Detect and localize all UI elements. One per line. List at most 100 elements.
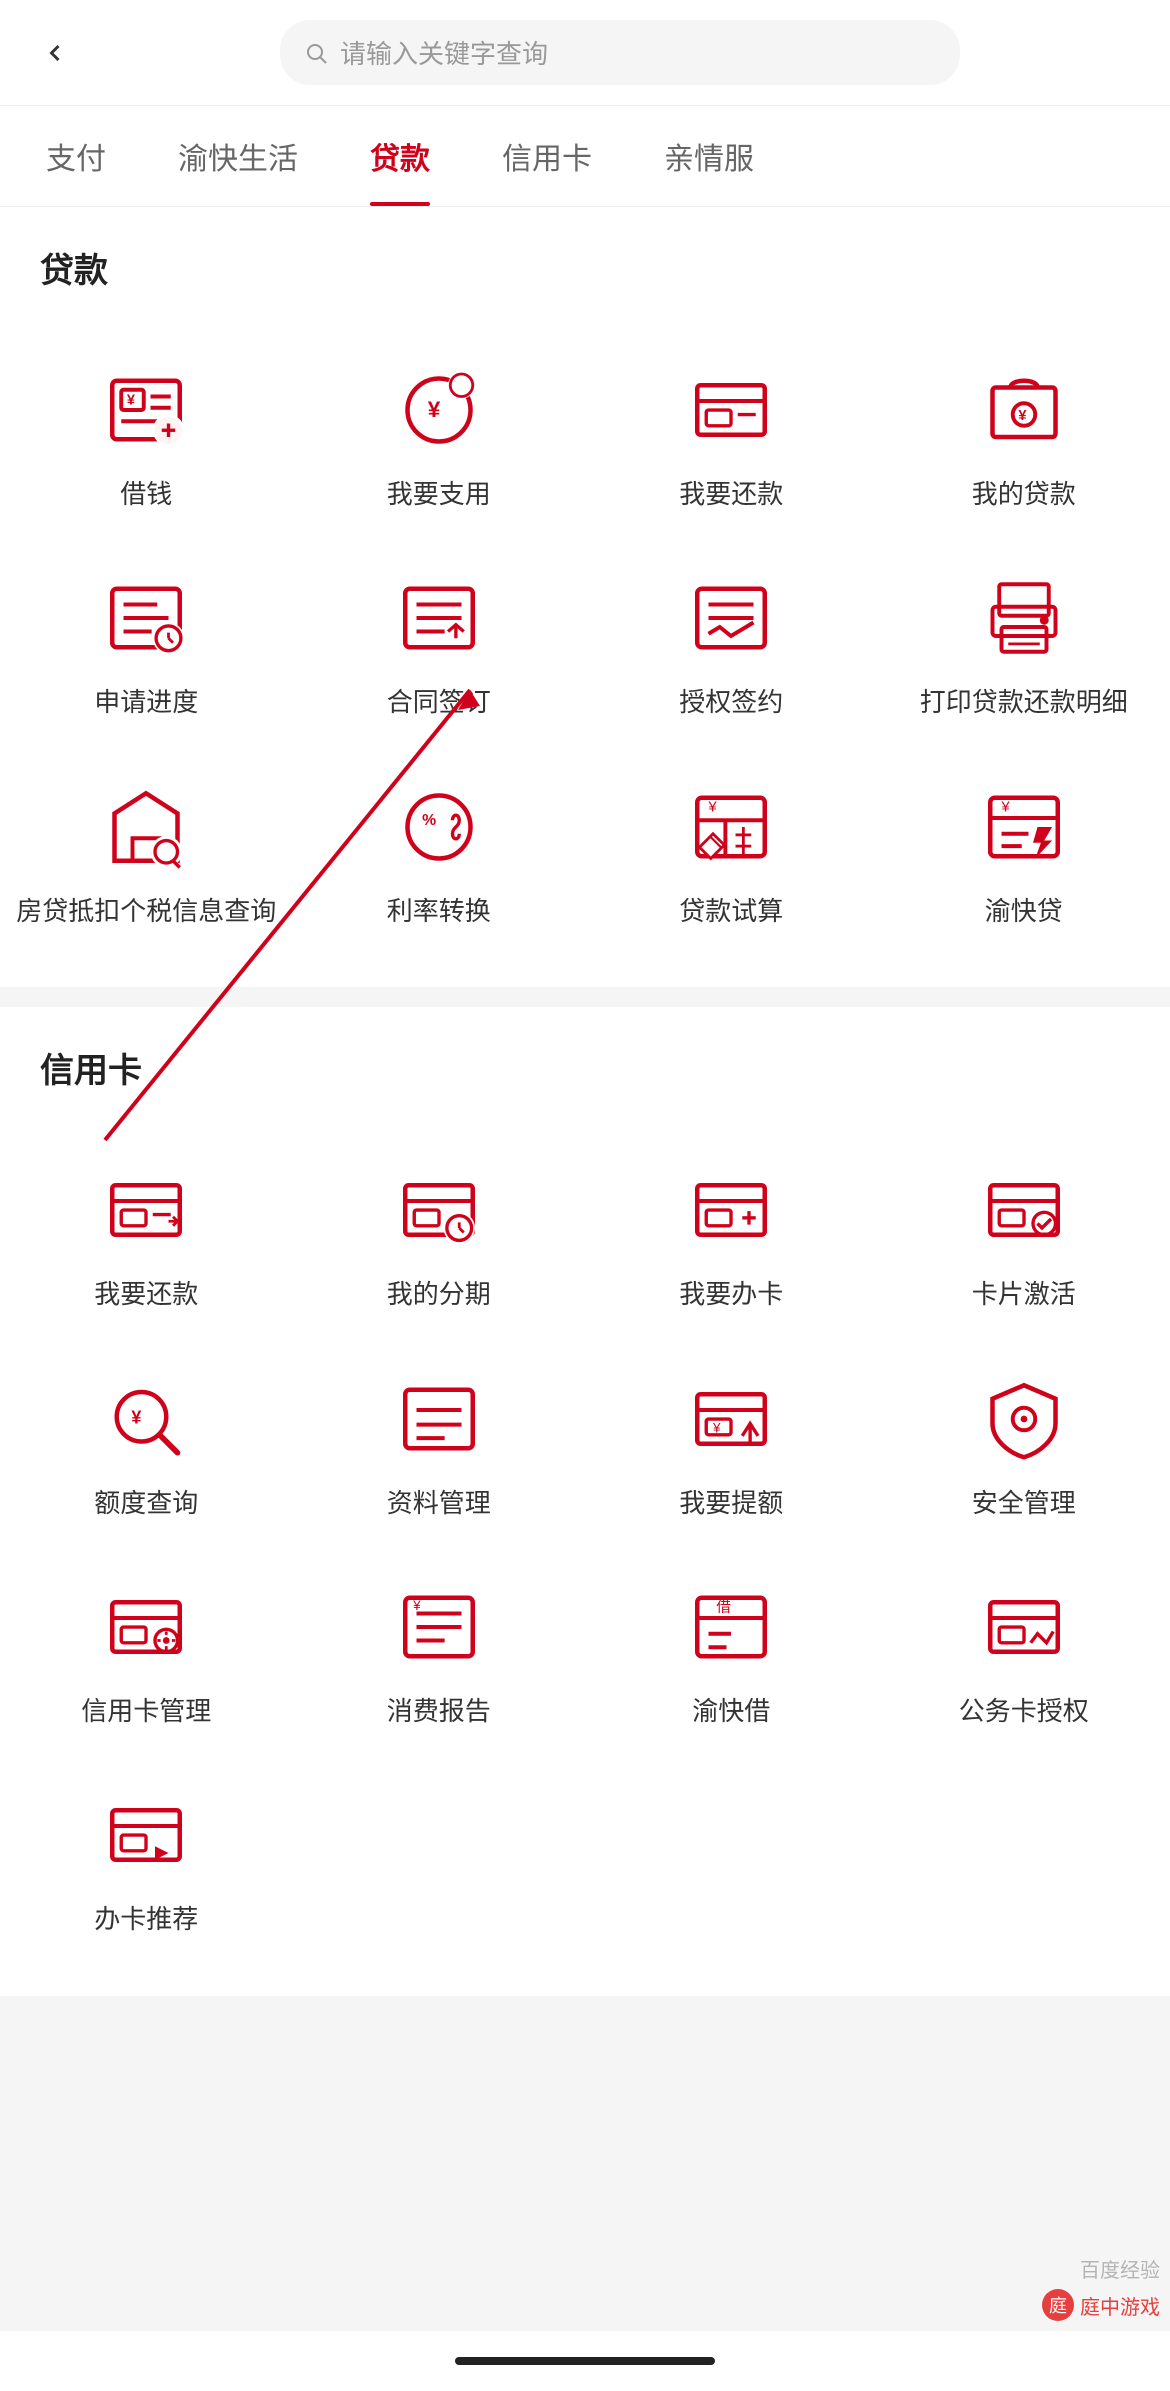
quota-query-label: 额度查询	[94, 1485, 198, 1521]
auth-sign-icon	[681, 568, 781, 668]
activate-card-label: 卡片激活	[972, 1276, 1076, 1312]
card-repay-item[interactable]: 我要还款	[0, 1132, 293, 1340]
withdraw-item[interactable]: ¥ 我要支用	[293, 332, 586, 540]
borrow-money-item[interactable]: ¥ 借钱	[0, 332, 293, 540]
my-loan-item[interactable]: ¥ 我的贷款	[878, 332, 1170, 540]
svg-text:¥: ¥	[412, 1598, 421, 1613]
search-placeholder: 请输入关键字查询	[340, 34, 548, 71]
installment-icon	[389, 1160, 489, 1260]
yukuai-loan-icon: ¥	[974, 777, 1074, 877]
credit-card-section-title: 信用卡	[0, 1007, 1170, 1112]
tab-pay[interactable]: 支付	[10, 106, 142, 206]
card-manage-item[interactable]: 信用卡管理	[0, 1549, 293, 1757]
print-detail-label: 打印贷款还款明细	[920, 684, 1128, 720]
apply-card-item[interactable]: 我要办卡	[585, 1132, 878, 1340]
auth-sign-label: 授权签约	[679, 684, 783, 720]
borrow-money-label: 借钱	[120, 476, 172, 512]
loan-calc-icon: ¥	[681, 777, 781, 877]
svg-text:¥: ¥	[1000, 799, 1010, 815]
credit-limit-item[interactable]: ¥ 我要提额	[585, 1341, 878, 1549]
withdraw-icon: ¥	[389, 360, 489, 460]
yukuai-loan-label: 渝快贷	[985, 893, 1063, 929]
yukuai-loan-item[interactable]: ¥ 渝快贷	[878, 749, 1170, 957]
data-manage-item[interactable]: 资料管理	[293, 1341, 586, 1549]
quota-query-item[interactable]: ¥ 额度查询	[0, 1341, 293, 1549]
tab-credit-card[interactable]: 信用卡	[466, 106, 628, 206]
quota-query-icon: ¥	[96, 1369, 196, 1469]
loan-section-title: 贷款	[0, 207, 1170, 312]
my-loan-label: 我的贷款	[972, 476, 1076, 512]
credit-limit-label: 我要提额	[679, 1485, 783, 1521]
borrow-money-icon: ¥	[96, 360, 196, 460]
bottom-bar	[0, 2331, 1170, 2391]
svg-text:¥: ¥	[127, 392, 136, 408]
consumption-report-item[interactable]: ¥ 消费报告	[293, 1549, 586, 1757]
installment-item[interactable]: 我的分期	[293, 1132, 586, 1340]
svg-text:%: %	[422, 812, 436, 829]
security-manage-icon	[974, 1369, 1074, 1469]
home-indicator	[455, 2357, 715, 2365]
apply-progress-item[interactable]: 申请进度	[0, 540, 293, 748]
loan-section: 贷款 ¥	[0, 207, 1170, 987]
data-manage-label: 资料管理	[387, 1485, 491, 1521]
contract-sign-icon	[389, 568, 489, 668]
contract-sign-label: 合同签订	[387, 684, 491, 720]
tab-loan[interactable]: 贷款	[334, 106, 466, 206]
yukuai-borrow-item[interactable]: 借 渝快借	[585, 1549, 878, 1757]
apply-card-icon	[681, 1160, 781, 1260]
svg-text:¥: ¥	[1018, 408, 1027, 424]
auth-sign-item[interactable]: 授权签约	[585, 540, 878, 748]
rate-convert-icon: %	[389, 777, 489, 877]
app-watermark: 庭 庭中游戏	[1042, 2289, 1160, 2321]
credit-card-grid: 我要还款 我的分期	[0, 1112, 1170, 1996]
svg-text:¥: ¥	[428, 397, 441, 422]
card-recommend-icon	[96, 1785, 196, 1885]
search-bar[interactable]: 请输入关键字查询	[280, 20, 960, 85]
yukuai-borrow-label: 渝快借	[692, 1693, 770, 1729]
print-detail-item[interactable]: 打印贷款还款明细	[878, 540, 1170, 748]
contract-sign-item[interactable]: 合同签订	[293, 540, 586, 748]
credit-limit-icon: ¥	[681, 1369, 781, 1469]
back-button[interactable]	[30, 28, 80, 78]
repay-item[interactable]: 我要还款	[585, 332, 878, 540]
official-card-auth-icon	[974, 1577, 1074, 1677]
official-card-auth-label: 公务卡授权	[959, 1693, 1089, 1729]
yukuai-borrow-icon: 借	[681, 1577, 781, 1677]
apply-progress-icon	[96, 568, 196, 668]
mortgage-tax-item[interactable]: 房贷抵扣个税信息查询	[0, 749, 293, 957]
card-repay-icon	[96, 1160, 196, 1260]
content-area: 贷款 ¥	[0, 207, 1170, 2076]
consumption-report-label: 消费报告	[387, 1693, 491, 1729]
security-manage-label: 安全管理	[972, 1485, 1076, 1521]
tab-family-service[interactable]: 亲情服	[628, 106, 790, 206]
search-icon	[304, 41, 328, 65]
card-recommend-item[interactable]: 办卡推荐	[0, 1757, 293, 1965]
security-manage-item[interactable]: 安全管理	[878, 1341, 1170, 1549]
card-manage-icon	[96, 1577, 196, 1677]
loan-calc-label: 贷款试算	[679, 893, 783, 929]
repay-label: 我要还款	[679, 476, 783, 512]
mortgage-tax-icon	[96, 777, 196, 877]
rate-convert-item[interactable]: % 利率转换	[293, 749, 586, 957]
svg-text:¥: ¥	[132, 1407, 142, 1427]
apply-card-label: 我要办卡	[679, 1276, 783, 1312]
app-watermark-label: 庭中游戏	[1080, 2291, 1160, 2320]
watermark-area: 百度经验 庭 庭中游戏	[1042, 2254, 1160, 2321]
my-loan-icon: ¥	[974, 360, 1074, 460]
card-manage-label: 信用卡管理	[81, 1693, 211, 1729]
baidu-watermark: 百度经验	[1080, 2254, 1160, 2283]
activate-card-item[interactable]: 卡片激活	[878, 1132, 1170, 1340]
print-detail-icon	[974, 568, 1074, 668]
loan-calc-item[interactable]: ¥ 贷款试算	[585, 749, 878, 957]
activate-card-icon	[974, 1160, 1074, 1260]
credit-card-section: 信用卡 我要还款	[0, 1007, 1170, 1996]
mortgage-tax-label: 房贷抵扣个税信息查询	[16, 893, 276, 929]
repay-icon	[681, 360, 781, 460]
official-card-auth-item[interactable]: 公务卡授权	[878, 1549, 1170, 1757]
rate-convert-label: 利率转换	[387, 893, 491, 929]
data-manage-icon	[389, 1369, 489, 1469]
tab-bar: 支付 渝快生活 贷款 信用卡 亲情服	[0, 106, 1170, 207]
app-logo-icon: 庭	[1042, 2289, 1074, 2321]
tab-yukuai-life[interactable]: 渝快生活	[142, 106, 334, 206]
svg-text:¥: ¥	[708, 799, 718, 815]
